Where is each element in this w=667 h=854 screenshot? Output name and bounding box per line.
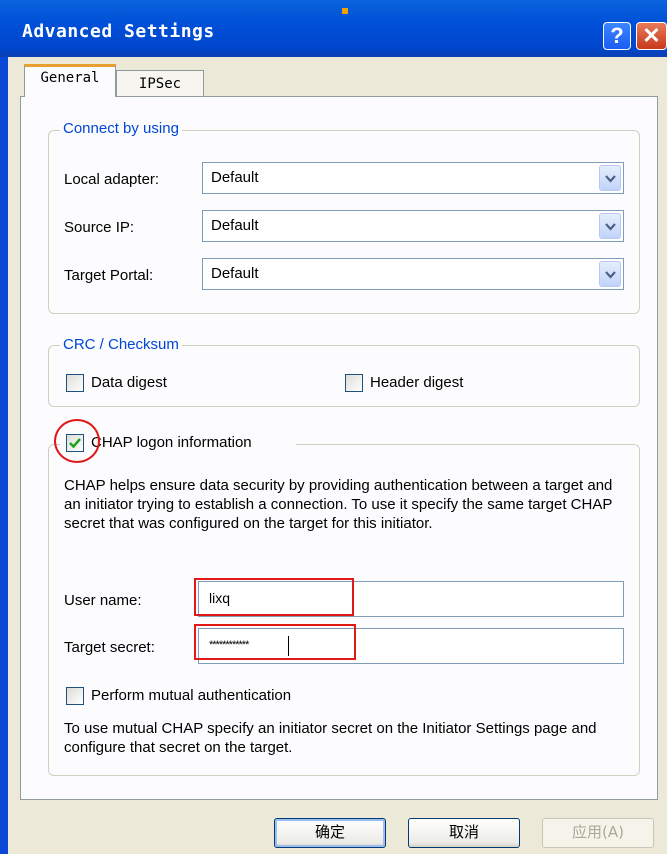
- target-portal-select[interactable]: Default: [202, 258, 624, 290]
- source-ip-label: Source IP:: [64, 219, 135, 236]
- cancel-button[interactable]: 取消: [408, 818, 520, 848]
- header-digest-label[interactable]: Header digest: [370, 374, 463, 391]
- tab-general[interactable]: General: [24, 64, 116, 97]
- source-ip-select[interactable]: Default: [202, 210, 624, 242]
- annotation-box: [194, 578, 354, 616]
- help-button[interactable]: ?: [603, 22, 631, 50]
- chap-label[interactable]: CHAP logon information: [91, 434, 252, 451]
- chevron-down-icon[interactable]: [599, 213, 621, 239]
- apply-button[interactable]: 应用(A): [542, 818, 654, 848]
- data-digest-label[interactable]: Data digest: [91, 374, 167, 391]
- header-digest-checkbox[interactable]: [345, 374, 363, 392]
- mutual-auth-label[interactable]: Perform mutual authentication: [91, 687, 291, 704]
- local-adapter-label: Local adapter:: [64, 171, 160, 188]
- resize-marker: [342, 8, 348, 14]
- data-digest-checkbox[interactable]: [66, 374, 84, 392]
- title-bar: Advanced Settings ? ✕: [0, 0, 667, 57]
- annotation-box: [194, 624, 356, 660]
- ok-button[interactable]: 确定: [274, 818, 386, 848]
- mutual-note: To use mutual CHAP specify an initiator …: [64, 720, 597, 756]
- chevron-down-icon[interactable]: [599, 261, 621, 287]
- target-portal-label: Target Portal:: [64, 267, 154, 284]
- tab-ipsec[interactable]: IPSec: [116, 70, 204, 98]
- annotation-circle: [54, 419, 100, 463]
- target-secret-label: Target secret:: [64, 639, 155, 656]
- user-name-label: User name:: [64, 592, 142, 609]
- window-border: [0, 57, 8, 854]
- mutual-auth-checkbox[interactable]: [66, 687, 84, 705]
- crc-legend: CRC / Checksum: [60, 336, 182, 353]
- window-title: Advanced Settings: [22, 21, 215, 42]
- close-button[interactable]: ✕: [636, 22, 667, 50]
- chevron-down-icon[interactable]: [599, 165, 621, 191]
- chap-description: CHAP helps ensure data security by provi…: [64, 477, 613, 532]
- local-adapter-select[interactable]: Default: [202, 162, 624, 194]
- connect-legend: Connect by using: [60, 120, 182, 137]
